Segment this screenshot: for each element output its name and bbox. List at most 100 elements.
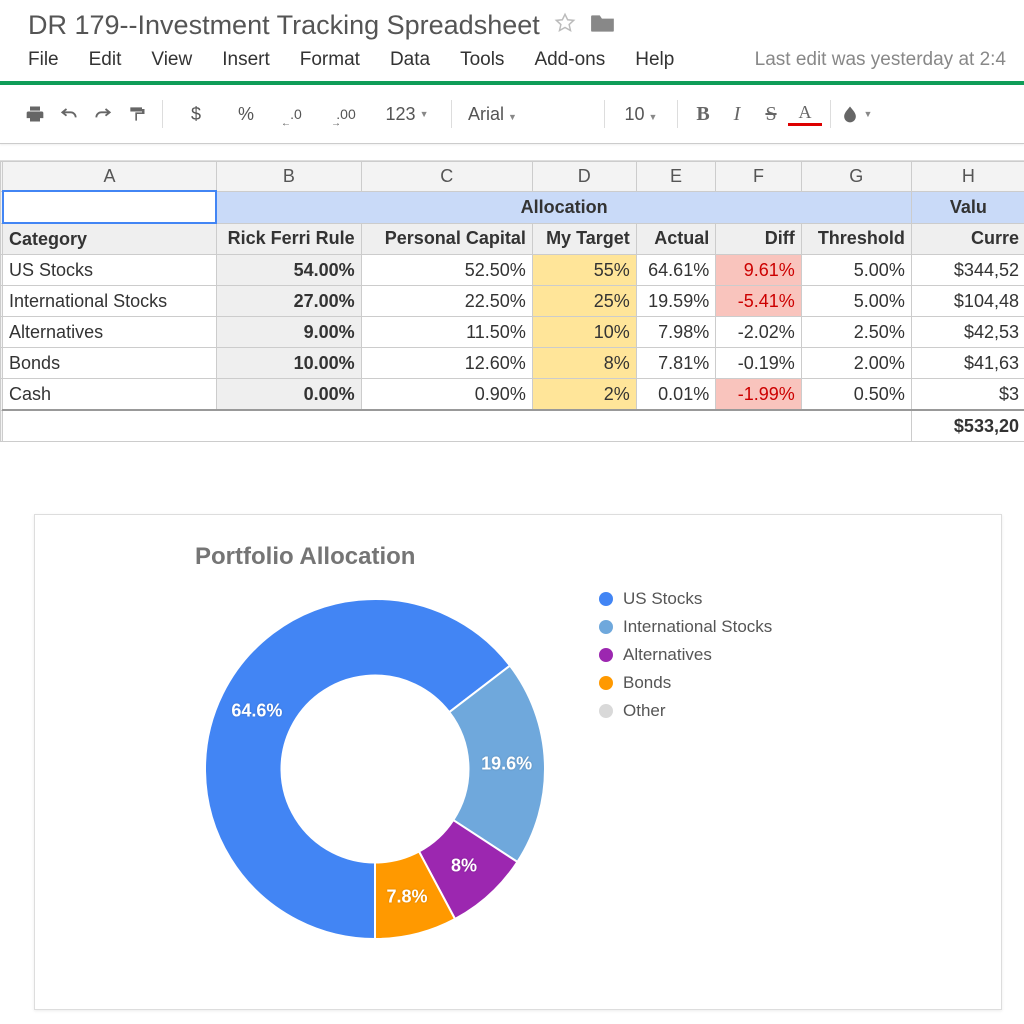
cell-category[interactable]: International Stocks	[3, 286, 217, 317]
bold-button[interactable]: B	[686, 97, 720, 131]
table-row[interactable]: International Stocks 27.00% 22.50% 25% 1…	[1, 286, 1024, 317]
menu-insert[interactable]: Insert	[222, 49, 270, 71]
cell-category[interactable]: Bonds	[3, 348, 217, 379]
header-category[interactable]: Category	[3, 223, 217, 255]
cell-threshold[interactable]: 0.50%	[801, 379, 911, 411]
doc-title[interactable]: DR 179--Investment Tracking Spreadsheet	[28, 10, 540, 41]
cell-rick[interactable]: 9.00%	[216, 317, 361, 348]
column-header-row[interactable]: A B C D E F G H	[1, 162, 1024, 192]
cell-personal[interactable]: 11.50%	[361, 317, 532, 348]
cell-diff[interactable]: -5.41%	[716, 286, 802, 317]
menu-help[interactable]: Help	[635, 49, 674, 71]
table-row[interactable]: Bonds 10.00% 12.60% 8% 7.81% -0.19% 2.00…	[1, 348, 1024, 379]
menu-format[interactable]: Format	[300, 49, 360, 71]
cell-threshold[interactable]: 5.00%	[801, 255, 911, 286]
col-C[interactable]: C	[361, 162, 532, 192]
header-current[interactable]: Curre	[911, 223, 1024, 255]
cell-personal[interactable]: 22.50%	[361, 286, 532, 317]
header-target[interactable]: My Target	[532, 223, 636, 255]
table-row[interactable]: Cash 0.00% 0.90% 2% 0.01% -1.99% 0.50% $…	[1, 379, 1024, 411]
cell-value[interactable]: $3	[911, 379, 1024, 411]
col-F[interactable]: F	[716, 162, 802, 192]
legend-label: Bonds	[623, 673, 671, 693]
strikethrough-button[interactable]: S	[754, 97, 788, 131]
cell-target[interactable]: 10%	[532, 317, 636, 348]
print-icon[interactable]	[18, 97, 52, 131]
cell-value[interactable]: $104,48	[911, 286, 1024, 317]
table-row[interactable]: US Stocks 54.00% 52.50% 55% 64.61% 9.61%…	[1, 255, 1024, 286]
cell-category[interactable]: Cash	[3, 379, 217, 411]
header-actual[interactable]: Actual	[636, 223, 715, 255]
header-value[interactable]: Valu	[911, 191, 1024, 223]
chart-container[interactable]: Portfolio Allocation 64.6%19.6%8%7.8% US…	[34, 514, 1002, 1010]
cell-actual[interactable]: 7.81%	[636, 348, 715, 379]
cell-value[interactable]: $42,53	[911, 317, 1024, 348]
font-family-select[interactable]: Arial	[460, 104, 596, 125]
cell-target[interactable]: 8%	[532, 348, 636, 379]
menu-data[interactable]: Data	[390, 49, 430, 71]
last-edit-text[interactable]: Last edit was yesterday at 2:4	[755, 49, 1006, 71]
col-B[interactable]: B	[216, 162, 361, 192]
cell-personal[interactable]: 52.50%	[361, 255, 532, 286]
cell-personal[interactable]: 12.60%	[361, 348, 532, 379]
cell-actual[interactable]: 64.61%	[636, 255, 715, 286]
header-allocation[interactable]: Allocation	[216, 191, 911, 223]
cell-category[interactable]: US Stocks	[3, 255, 217, 286]
cell-value[interactable]: $344,52	[911, 255, 1024, 286]
fill-color-button[interactable]	[839, 97, 873, 131]
paint-format-icon[interactable]	[120, 97, 154, 131]
more-formats-button[interactable]: 123	[371, 97, 443, 131]
menu-file[interactable]: File	[28, 49, 59, 71]
cell-value[interactable]: $41,63	[911, 348, 1024, 379]
cell-target[interactable]: 2%	[532, 379, 636, 411]
redo-icon[interactable]	[86, 97, 120, 131]
col-G[interactable]: G	[801, 162, 911, 192]
cell-rick[interactable]: 27.00%	[216, 286, 361, 317]
text-color-button[interactable]: A	[788, 103, 822, 126]
cell-target[interactable]: 55%	[532, 255, 636, 286]
menu-addons[interactable]: Add-ons	[534, 49, 605, 71]
formula-bar[interactable]	[0, 144, 1024, 161]
menu-view[interactable]: View	[151, 49, 192, 71]
folder-icon[interactable]	[590, 10, 616, 41]
cell-empty[interactable]	[3, 410, 912, 442]
font-size-select[interactable]: 10	[613, 104, 669, 125]
cell-diff[interactable]: -2.02%	[716, 317, 802, 348]
decrease-decimal-button[interactable]: .0←	[271, 97, 321, 131]
cell-actual[interactable]: 0.01%	[636, 379, 715, 411]
cell-category[interactable]: Alternatives	[3, 317, 217, 348]
spreadsheet-grid[interactable]: A B C D E F G H Allocation Valu Category…	[0, 161, 1024, 442]
cell-actual[interactable]: 7.98%	[636, 317, 715, 348]
undo-icon[interactable]	[52, 97, 86, 131]
cell-rick[interactable]: 0.00%	[216, 379, 361, 411]
cell-target[interactable]: 25%	[532, 286, 636, 317]
cell-threshold[interactable]: 5.00%	[801, 286, 911, 317]
cell-total[interactable]: $533,20	[911, 410, 1024, 442]
menu-edit[interactable]: Edit	[89, 49, 122, 71]
cell-threshold[interactable]: 2.00%	[801, 348, 911, 379]
cell-A1[interactable]	[3, 191, 217, 223]
percent-button[interactable]: %	[221, 97, 271, 131]
star-icon[interactable]	[554, 10, 576, 41]
col-D[interactable]: D	[532, 162, 636, 192]
header-diff[interactable]: Diff	[716, 223, 802, 255]
italic-button[interactable]: I	[720, 97, 754, 131]
cell-rick[interactable]: 10.00%	[216, 348, 361, 379]
cell-diff[interactable]: -1.99%	[716, 379, 802, 411]
cell-personal[interactable]: 0.90%	[361, 379, 532, 411]
header-rick[interactable]: Rick Ferri Rule	[216, 223, 361, 255]
increase-decimal-button[interactable]: .00→	[321, 97, 371, 131]
menu-tools[interactable]: Tools	[460, 49, 504, 71]
col-E[interactable]: E	[636, 162, 715, 192]
header-threshold[interactable]: Threshold	[801, 223, 911, 255]
currency-button[interactable]: $	[171, 97, 221, 131]
cell-threshold[interactable]: 2.50%	[801, 317, 911, 348]
cell-actual[interactable]: 19.59%	[636, 286, 715, 317]
header-personal[interactable]: Personal Capital	[361, 223, 532, 255]
cell-diff[interactable]: 9.61%	[716, 255, 802, 286]
cell-diff[interactable]: -0.19%	[716, 348, 802, 379]
col-H[interactable]: H	[911, 162, 1024, 192]
col-A[interactable]: A	[3, 162, 217, 192]
cell-rick[interactable]: 54.00%	[216, 255, 361, 286]
table-row[interactable]: Alternatives 9.00% 11.50% 10% 7.98% -2.0…	[1, 317, 1024, 348]
